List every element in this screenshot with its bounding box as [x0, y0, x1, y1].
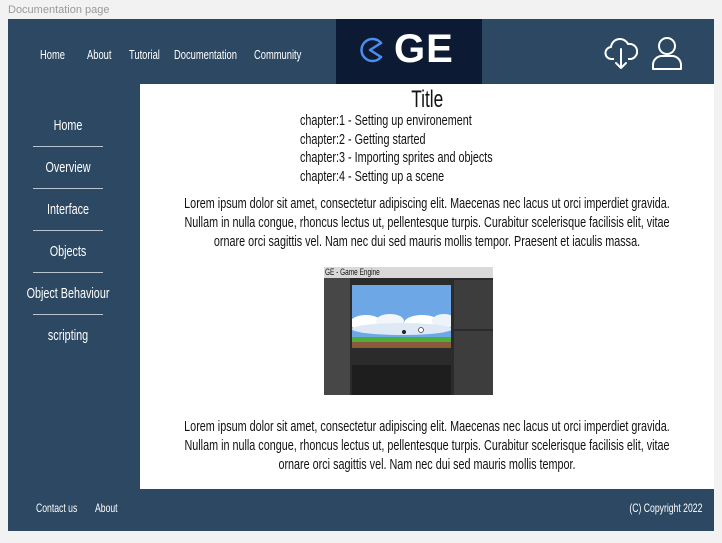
- sidebar-item-home[interactable]: Home: [33, 105, 103, 147]
- engine-screenshot: GE - Game Engine: [324, 267, 493, 395]
- page-title: Title: [410, 86, 443, 113]
- top-nav: Home About Tutorial Documentation Commun…: [8, 19, 338, 91]
- nav-home[interactable]: Home: [40, 47, 75, 62]
- frame-label: Documentation page: [8, 4, 110, 16]
- sidebar-item-overview[interactable]: Overview: [33, 147, 103, 189]
- cloud-download-icon[interactable]: [604, 35, 638, 71]
- nav-tutorial[interactable]: Tutorial: [129, 47, 172, 62]
- chapter-link[interactable]: chapter:1 - Setting up environement: [300, 112, 568, 131]
- nav-documentation[interactable]: Documentation: [174, 47, 261, 62]
- app-frame: Home About Tutorial Documentation Commun…: [8, 19, 714, 531]
- outro-paragraph: Lorem ipsum dolor sit amet, consectetur …: [184, 418, 670, 473]
- user-icon[interactable]: [650, 35, 684, 71]
- sidebar-item-scripting[interactable]: scripting: [33, 315, 103, 356]
- logo[interactable]: GE: [336, 19, 482, 85]
- screenshot-titlebar: GE - Game Engine: [324, 267, 493, 278]
- footer-contact-link[interactable]: Contact us: [36, 501, 93, 515]
- scene-view: [352, 285, 451, 348]
- scene-preview-image: [352, 285, 451, 348]
- intro-paragraph: Lorem ipsum dolor sit amet, consectetur …: [184, 195, 670, 250]
- chapter-list: chapter:1 - Setting up environement chap…: [300, 112, 568, 186]
- main-content: Title chapter:1 - Setting up environemen…: [140, 84, 714, 489]
- copyright-text: (C) Copyright 2022: [628, 501, 702, 515]
- nav-about[interactable]: About: [87, 47, 121, 62]
- chapter-link[interactable]: chapter:4 - Setting up a scene: [300, 168, 568, 187]
- sidebar-item-objects[interactable]: Objects: [33, 231, 103, 273]
- chapter-link[interactable]: chapter:2 - Getting started: [300, 131, 568, 150]
- nav-community[interactable]: Community: [254, 47, 320, 62]
- sidebar-item-interface[interactable]: Interface: [33, 189, 103, 231]
- sidebar-item-object-behaviour[interactable]: Object Behaviour: [27, 273, 109, 315]
- pacman-logo-icon: [360, 37, 383, 63]
- chapter-link[interactable]: chapter:3 - Importing sprites and object…: [300, 149, 568, 168]
- footer-about-link[interactable]: About: [95, 501, 126, 515]
- logo-text: GE: [394, 27, 454, 71]
